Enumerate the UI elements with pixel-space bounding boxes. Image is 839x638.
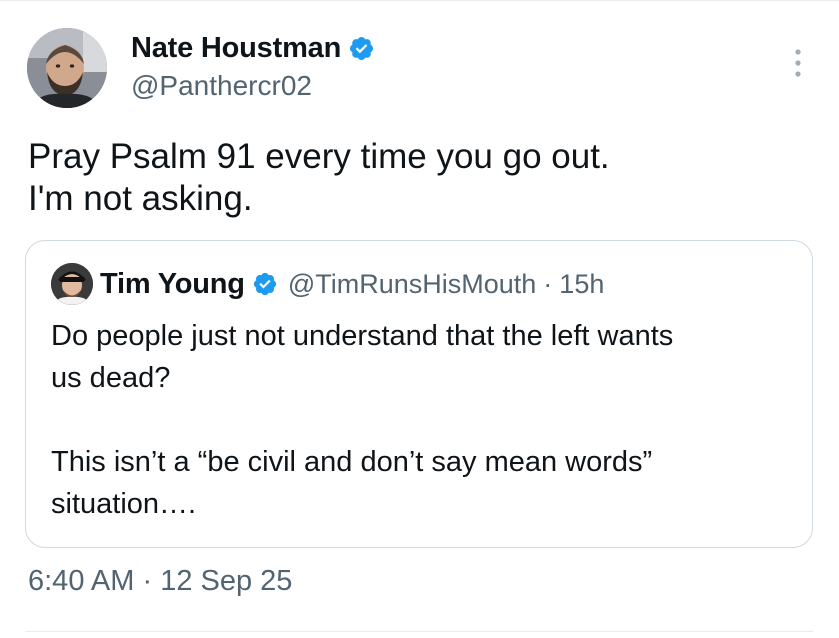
quoted-tweet-card[interactable]: Tim Young @TimRunsHisMouth · 15h Do peop… xyxy=(25,240,813,548)
author-avatar[interactable] xyxy=(27,28,107,108)
top-divider xyxy=(0,0,839,1)
quoted-author-avatar[interactable] xyxy=(51,263,93,305)
author-name-row: Nate Houstman xyxy=(131,30,375,66)
quoted-text-line: Do people just not understand that the l… xyxy=(51,320,674,352)
quoted-tweet-text: Do people just not understand that the l… xyxy=(51,315,801,525)
quoted-text-line: This isn’t a “be civil and don’t say mea… xyxy=(51,446,653,478)
tweet-text-line: I'm not asking. xyxy=(28,179,253,218)
quoted-separator: · xyxy=(543,268,553,299)
tweet-text: Pray Psalm 91 every time you go out. I'm… xyxy=(28,136,808,220)
quoted-author-handle[interactable]: @TimRunsHisMouth xyxy=(288,269,536,300)
timestamp-time: 6:40 AM xyxy=(28,565,135,597)
vertical-ellipsis-icon xyxy=(795,49,801,77)
quoted-text-line: us dead? xyxy=(51,362,171,394)
quoted-text-line: situation…. xyxy=(51,488,197,520)
verified-badge-icon[interactable] xyxy=(252,271,278,297)
timestamp-separator: · xyxy=(142,565,153,597)
quoted-header: Tim Young @TimRunsHisMouth · 15h xyxy=(100,265,604,303)
more-options-button[interactable] xyxy=(786,46,810,80)
tweet-text-line: Pray Psalm 91 every time you go out. xyxy=(28,137,610,176)
bearded-man-avatar-icon xyxy=(27,28,107,108)
quoted-author-display-name[interactable]: Tim Young xyxy=(100,268,245,301)
man-in-cap-avatar-icon xyxy=(51,263,93,305)
verified-badge-icon[interactable] xyxy=(348,35,375,62)
tweet-timestamp[interactable]: 6:40 AM · 12 Sep 25 xyxy=(28,565,292,598)
bottom-divider xyxy=(25,631,813,632)
author-handle[interactable]: @Panthercr02 xyxy=(131,70,312,102)
author-display-name[interactable]: Nate Houstman xyxy=(131,32,341,65)
quoted-tweet-age[interactable]: 15h xyxy=(559,269,604,300)
timestamp-date: 12 Sep 25 xyxy=(160,565,293,597)
